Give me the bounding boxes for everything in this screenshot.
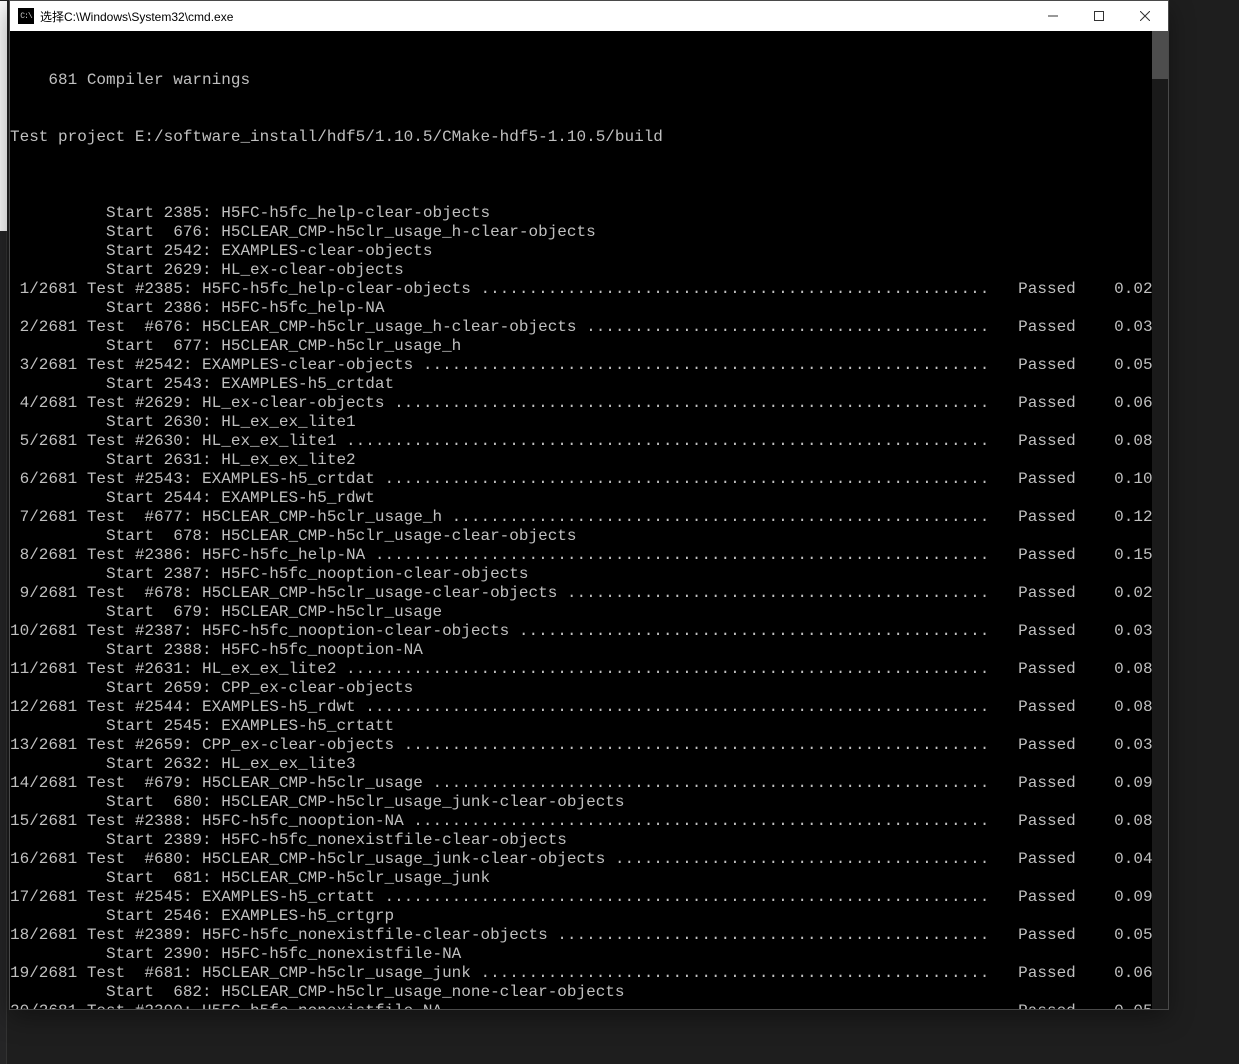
ctest-result-line: 10/2681 Test #2387: H5FC-h5fc_nooption-c…	[10, 622, 1168, 641]
window-title: 选择C:\Windows\System32\cmd.exe	[40, 8, 233, 25]
ctest-result-line: 5/2681 Test #2630: HL_ex_ex_lite1 ......…	[10, 432, 1168, 451]
minimize-button[interactable]	[1030, 1, 1076, 31]
editor-gutter-light	[0, 1, 7, 231]
ctest-start-line: Start 2631: HL_ex_ex_lite2	[10, 451, 1168, 470]
terminal-client-area[interactable]: 681 Compiler warnings Test project E:/so…	[10, 31, 1168, 1009]
ctest-start-line: Start 2546: EXAMPLES-h5_crtgrp	[10, 907, 1168, 926]
maximize-button[interactable]	[1076, 1, 1122, 31]
cmd-app-icon: C:\	[18, 8, 34, 24]
ctest-start-line: Start 2389: H5FC-h5fc_nonexistfile-clear…	[10, 831, 1168, 850]
warnings-line: 681 Compiler warnings	[10, 71, 1168, 90]
cmd-window: C:\ 选择C:\Windows\System32\cmd.exe 681 Co…	[10, 1, 1168, 1009]
ctest-start-line: Start 2388: H5FC-h5fc_nooption-NA	[10, 641, 1168, 660]
close-button[interactable]	[1122, 1, 1168, 31]
ctest-start-line: Start 2385: H5FC-h5fc_help-clear-objects	[10, 204, 1168, 223]
ctest-result-line: 15/2681 Test #2388: H5FC-h5fc_nooption-N…	[10, 812, 1168, 831]
titlebar[interactable]: C:\ 选择C:\Windows\System32\cmd.exe	[10, 1, 1168, 31]
ctest-start-line: Start 2629: HL_ex-clear-objects	[10, 261, 1168, 280]
ctest-start-line: Start 2390: H5FC-h5fc_nonexistfile-NA	[10, 945, 1168, 964]
ctest-result-line: 19/2681 Test #681: H5CLEAR_CMP-h5clr_usa…	[10, 964, 1168, 983]
ctest-result-line: 7/2681 Test #677: H5CLEAR_CMP-h5clr_usag…	[10, 508, 1168, 527]
scroll-thumb[interactable]	[1152, 31, 1168, 79]
ctest-start-line: Start 680: H5CLEAR_CMP-h5clr_usage_junk-…	[10, 793, 1168, 812]
ctest-start-line: Start 681: H5CLEAR_CMP-h5clr_usage_junk	[10, 869, 1168, 888]
ctest-result-line: 11/2681 Test #2631: HL_ex_ex_lite2 .....…	[10, 660, 1168, 679]
ctest-start-line: Start 2542: EXAMPLES-clear-objects	[10, 242, 1168, 261]
ctest-result-line: 16/2681 Test #680: H5CLEAR_CMP-h5clr_usa…	[10, 850, 1168, 869]
ctest-start-line: Start 2632: HL_ex_ex_lite3	[10, 755, 1168, 774]
ctest-start-line: Start 676: H5CLEAR_CMP-h5clr_usage_h-cle…	[10, 223, 1168, 242]
ctest-result-line: 20/2681 Test #2390: H5FC-h5fc_nonexistfi…	[10, 1002, 1168, 1009]
ctest-start-line: Start 2630: HL_ex_ex_lite1	[10, 413, 1168, 432]
ctest-result-line: 8/2681 Test #2386: H5FC-h5fc_help-NA ...…	[10, 546, 1168, 565]
ctest-result-line: 9/2681 Test #678: H5CLEAR_CMP-h5clr_usag…	[10, 584, 1168, 603]
ctest-start-line: Start 2543: EXAMPLES-h5_crtdat	[10, 375, 1168, 394]
ctest-start-line: Start 2659: CPP_ex-clear-objects	[10, 679, 1168, 698]
ctest-result-line: 3/2681 Test #2542: EXAMPLES-clear-object…	[10, 356, 1168, 375]
ctest-start-line: Start 677: H5CLEAR_CMP-h5clr_usage_h	[10, 337, 1168, 356]
ctest-result-line: 17/2681 Test #2545: EXAMPLES-h5_crtatt .…	[10, 888, 1168, 907]
ctest-result-line: 6/2681 Test #2543: EXAMPLES-h5_crtdat ..…	[10, 470, 1168, 489]
ctest-result-line: 18/2681 Test #2389: H5FC-h5fc_nonexistfi…	[10, 926, 1168, 945]
ctest-result-line: 2/2681 Test #676: H5CLEAR_CMP-h5clr_usag…	[10, 318, 1168, 337]
ctest-start-line: Start 679: H5CLEAR_CMP-h5clr_usage	[10, 603, 1168, 622]
ctest-start-line: Start 2387: H5FC-h5fc_nooption-clear-obj…	[10, 565, 1168, 584]
ctest-start-line: Start 2545: EXAMPLES-h5_crtatt	[10, 717, 1168, 736]
ctest-start-line: Start 2386: H5FC-h5fc_help-NA	[10, 299, 1168, 318]
ctest-result-line: 12/2681 Test #2544: EXAMPLES-h5_rdwt ...…	[10, 698, 1168, 717]
ctest-result-line: 13/2681 Test #2659: CPP_ex-clear-objects…	[10, 736, 1168, 755]
ctest-start-line: Start 678: H5CLEAR_CMP-h5clr_usage-clear…	[10, 527, 1168, 546]
ctest-start-line: Start 2544: EXAMPLES-h5_rdwt	[10, 489, 1168, 508]
ctest-result-line: 1/2681 Test #2385: H5FC-h5fc_help-clear-…	[10, 280, 1168, 299]
ctest-result-line: 4/2681 Test #2629: HL_ex-clear-objects .…	[10, 394, 1168, 413]
project-line: Test project E:/software_install/hdf5/1.…	[10, 128, 1168, 147]
ctest-result-line: 14/2681 Test #679: H5CLEAR_CMP-h5clr_usa…	[10, 774, 1168, 793]
vertical-scrollbar[interactable]	[1152, 31, 1168, 1009]
terminal-output: 681 Compiler warnings Test project E:/so…	[10, 31, 1168, 1009]
ctest-start-line: Start 682: H5CLEAR_CMP-h5clr_usage_none-…	[10, 983, 1168, 1002]
